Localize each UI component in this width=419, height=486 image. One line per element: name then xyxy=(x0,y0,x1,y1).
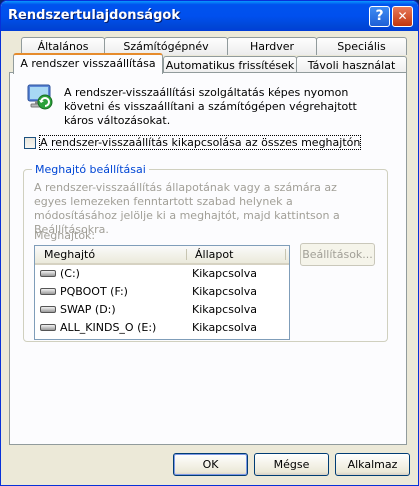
cancel-button[interactable]: Mégse xyxy=(254,453,329,476)
tab-label: Általános xyxy=(37,40,89,53)
table-row[interactable]: (C:) Kikapcsolva xyxy=(35,265,289,283)
hard-drive-icon xyxy=(40,270,56,277)
list-header: Meghajtó Állapot xyxy=(35,246,289,265)
tab-rendszer-visszaallitasa[interactable]: A rendszer visszaállítása xyxy=(13,53,163,74)
hard-drive-icon xyxy=(40,306,56,313)
tab-label: Speciális xyxy=(337,40,386,53)
column-divider xyxy=(186,249,187,260)
column-divider xyxy=(285,249,286,260)
disable-restore-checkbox[interactable] xyxy=(24,137,36,149)
restore-description: A rendszer-visszaállítási szolgáltatás k… xyxy=(64,86,357,127)
drive-status: Kikapcsolva xyxy=(192,303,257,316)
ok-button[interactable]: OK xyxy=(173,453,248,476)
table-row[interactable]: PQBOOT (F:) Kikapcsolva xyxy=(35,283,289,301)
title-bar[interactable]: Rendszertulajdonságok ? ✕ xyxy=(1,1,418,31)
drive-settings-title: Meghajtó beállításai xyxy=(32,163,149,176)
disable-restore-label[interactable]: A rendszer-visszaállítás kikapcsolása az… xyxy=(38,135,362,150)
tab-label: Számítógépnév xyxy=(123,40,209,53)
system-restore-icon xyxy=(27,84,53,110)
drives-label: Meghajtók: xyxy=(34,229,96,242)
table-row[interactable]: SWAP (D:) Kikapcsolva xyxy=(35,301,289,319)
close-icon: ✕ xyxy=(397,9,408,23)
column-header-drive[interactable]: Meghajtó xyxy=(44,248,95,261)
help-icon: ? xyxy=(375,8,384,24)
drives-list[interactable]: Meghajtó Állapot (C:) Kikapcsolva PQBOOT… xyxy=(34,245,290,340)
window-title: Rendszertulajdonságok xyxy=(8,8,180,23)
tab-label: Hardver xyxy=(249,40,295,53)
hard-drive-icon xyxy=(40,288,56,295)
tab-hardver[interactable]: Hardver xyxy=(227,37,317,55)
tab-specialis[interactable]: Speciális xyxy=(316,37,407,55)
table-row[interactable]: ALL_KINDS_O (E:) Kikapcsolva xyxy=(35,319,289,337)
hard-drive-icon xyxy=(40,324,56,331)
apply-button[interactable]: Alkalmaz xyxy=(335,453,410,476)
drive-name: SWAP (D:) xyxy=(60,303,116,316)
close-button[interactable]: ✕ xyxy=(392,6,413,27)
tab-label: Automatikus frissítések xyxy=(165,59,295,72)
tab-label: A rendszer visszaállítása xyxy=(20,57,156,70)
settings-button[interactable]: Beállítások... xyxy=(300,243,375,266)
drive-name: ALL_KINDS_O (E:) xyxy=(60,321,157,334)
drive-status: Kikapcsolva xyxy=(192,267,257,280)
drive-name: (C:) xyxy=(60,267,80,280)
help-button[interactable]: ? xyxy=(369,6,390,27)
drive-name: PQBOOT (F:) xyxy=(60,285,128,298)
column-header-status[interactable]: Állapot xyxy=(195,248,233,261)
tab-label: Távoli használat xyxy=(307,59,396,72)
drive-status: Kikapcsolva xyxy=(192,321,257,334)
drive-status: Kikapcsolva xyxy=(192,285,257,298)
